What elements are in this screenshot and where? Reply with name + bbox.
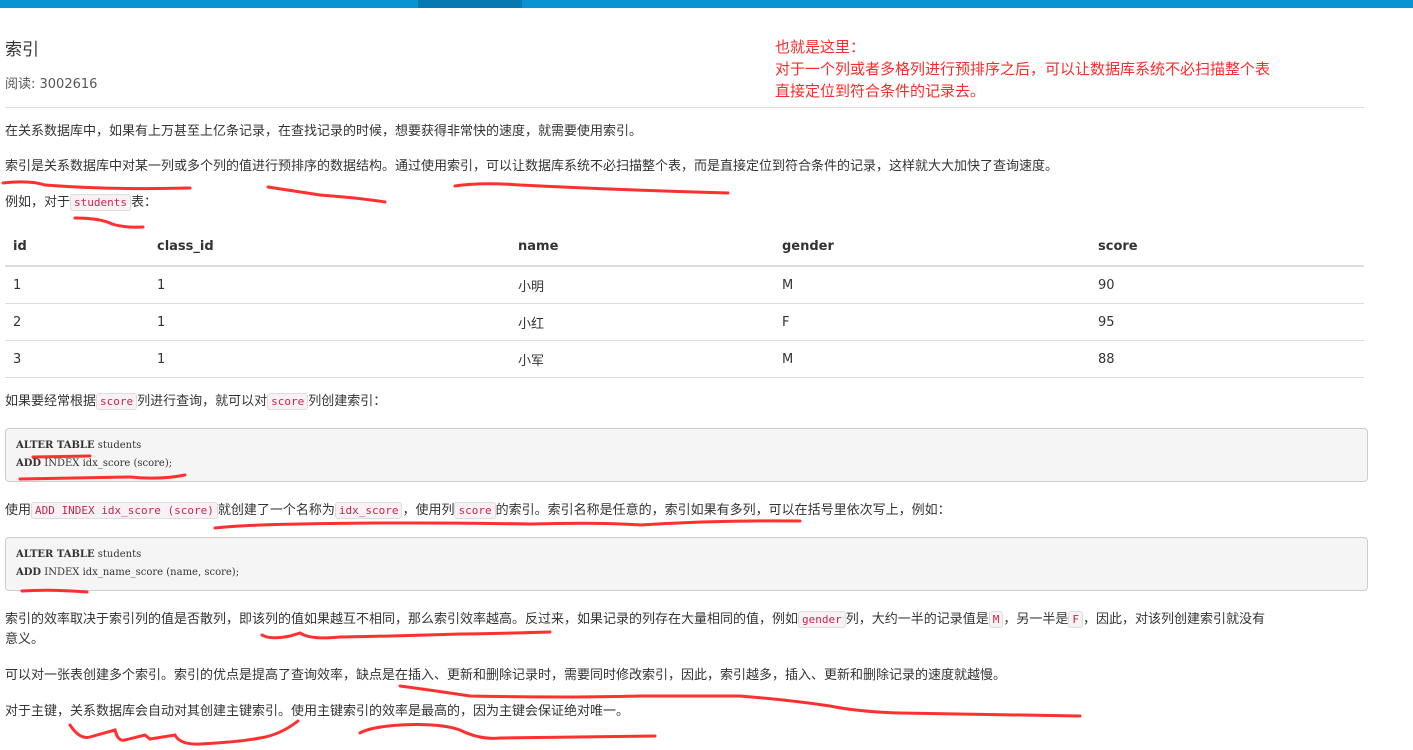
column-header: gender	[774, 228, 1090, 267]
paragraph: 可以对一张表创建多个索引。索引的优点是提高了查询效率，缺点是在插入、更新和删除记…	[5, 668, 1007, 683]
paragraph: 在关系数据库中，如果有上万甚至上亿条记录，在查找记录的时候，想要获得非常快的速度…	[5, 124, 643, 139]
underline-mark	[453, 182, 730, 195]
page-title: 索引	[5, 40, 39, 60]
code-block: ALTER TABLE students ADD INDEX idx_name_…	[5, 537, 1368, 591]
annotation-line: 对于一个列或者多格列进行预排序之后，可以让数据库系统不必扫描整个表	[775, 60, 1271, 78]
underline-mark	[1, 180, 192, 191]
cell: 2	[5, 303, 149, 341]
inline-code: M	[988, 611, 1004, 628]
cell: 小红	[510, 303, 774, 341]
underline-mark	[73, 216, 145, 229]
underline-mark	[213, 519, 802, 530]
active-nav-tab[interactable]	[418, 0, 522, 8]
inline-code: ADD INDEX idx_score (score)	[31, 502, 218, 519]
column-header: name	[510, 228, 774, 267]
divider	[5, 107, 1364, 108]
paragraph: 意义。	[5, 632, 45, 647]
annotation-line: 也就是这里：	[775, 38, 866, 56]
column-header: class_id	[149, 228, 510, 267]
read-count: 阅读: 3002616	[5, 77, 98, 92]
paragraph: 例如，对于 students 表：	[5, 194, 158, 211]
inline-code: gender	[798, 611, 846, 628]
cell: 1	[5, 265, 149, 304]
inline-code: idx_score	[334, 502, 403, 519]
table-row: 1 1 小明 M 90	[5, 265, 1364, 304]
cell: 95	[1090, 303, 1364, 341]
annotation-line: 直接定位到符合条件的记录去。	[775, 82, 986, 100]
cell: 1	[149, 340, 510, 378]
code-block: ALTER TABLE students ADD INDEX idx_score…	[5, 428, 1368, 482]
column-header: score	[1090, 228, 1364, 267]
underline-mark	[358, 723, 657, 740]
cell: 3	[5, 340, 149, 378]
cell: 90	[1090, 265, 1364, 304]
column-header: id	[5, 228, 149, 267]
inline-code: students	[70, 194, 131, 211]
top-nav-bar	[0, 0, 1413, 8]
table-row: 3 1 小军 M 88	[5, 340, 1364, 378]
cell: 小军	[510, 340, 774, 378]
paragraph: 对于主键，关系数据库会自动对其创建主键索引。使用主键索引的效率是最高的，因为主键…	[5, 704, 630, 719]
annotation-note: 也就是这里： 对于一个列或者多格列进行预排序之后，可以让数据库系统不必扫描整个表…	[775, 36, 1270, 102]
inline-code: score	[267, 393, 309, 410]
cell: 88	[1090, 340, 1364, 378]
cell: 小明	[510, 265, 774, 304]
paragraph: 索引的效率取决于索引列的值是否散列，即该列的值如果越互不相同，那么索引效率越高。…	[5, 611, 1266, 628]
students-table: id class_id name gender score 1 1 小明 M 90 21…	[5, 228, 1364, 378]
paragraph: 使用 ADD INDEX idx_score (score) 就创建了一个名称为 id…	[5, 502, 951, 519]
inline-code: score	[96, 393, 138, 410]
cell: 1	[149, 303, 510, 341]
cell: F	[774, 303, 1090, 341]
inline-code: score	[454, 502, 496, 519]
cell: M	[774, 265, 1090, 304]
cell: 1	[149, 265, 510, 304]
table-header-row: id class_id name gender score	[5, 228, 1364, 267]
table-row: 2 1 小红 F 95	[5, 303, 1364, 341]
underline-mark	[68, 719, 300, 746]
paragraph: 索引是关系数据库中对某一列或多个列的值进行预排序的数据结构。通过使用索引，可以让…	[5, 159, 1059, 174]
inline-code: F	[1068, 611, 1084, 628]
underline-mark	[266, 185, 387, 204]
underline-mark	[260, 630, 552, 640]
paragraph: 如果要经常根据 score 列进行查询，就可以对 score 列创建索引：	[5, 393, 387, 410]
cell: M	[774, 340, 1090, 378]
